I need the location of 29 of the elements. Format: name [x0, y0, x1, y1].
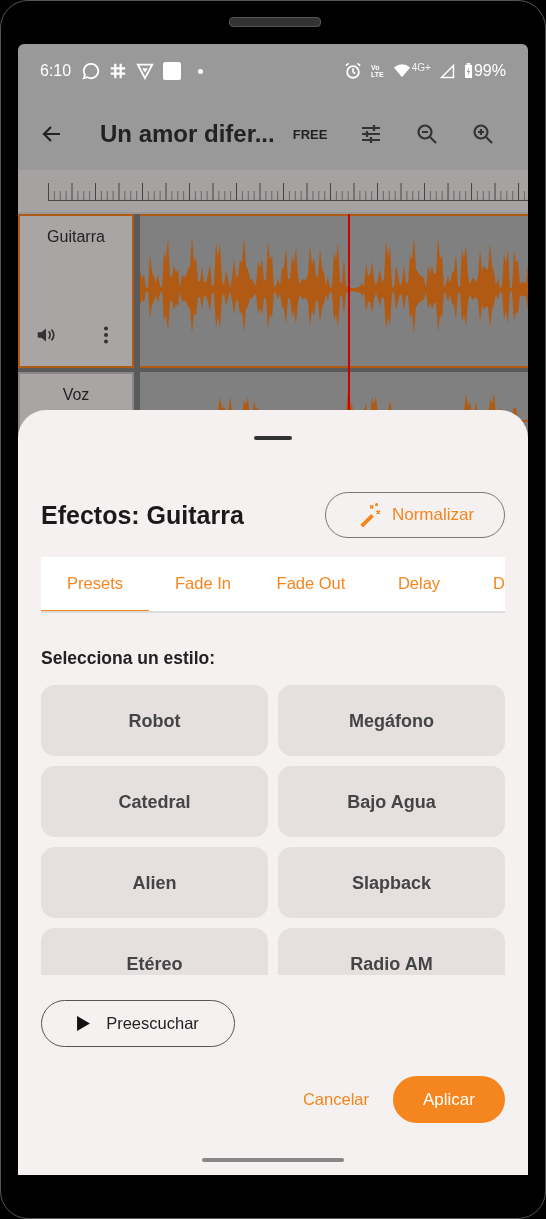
plan-label: FREE [292, 126, 328, 142]
shield-icon [136, 62, 155, 80]
track-name: Guitarra [47, 228, 105, 246]
chat-bubble-icon [82, 62, 101, 80]
alarm-icon [344, 62, 363, 80]
hash-icon [109, 62, 128, 80]
signal-icon [439, 63, 455, 79]
battery-level: 99% [473, 62, 506, 80]
preset-button[interactable]: Robot [41, 685, 268, 756]
preset-button[interactable]: Etéreo [41, 928, 268, 975]
play-icon [77, 1016, 91, 1031]
battery-icon [463, 63, 473, 79]
network-type: 4G+ [411, 61, 431, 73]
preset-button[interactable]: Radio AM [278, 928, 505, 975]
dot-icon [198, 68, 204, 74]
preset-button[interactable]: Megáfono [278, 685, 505, 756]
section-label: Selecciona un estilo: [41, 648, 217, 669]
preset-button[interactable]: Bajo Agua [278, 766, 505, 837]
sheet-title: Efectos: Guitarra [41, 500, 244, 530]
project-title: Un amor difer... [100, 120, 275, 148]
preset-button[interactable]: Alien [41, 847, 268, 918]
drag-handle[interactable] [254, 436, 292, 440]
wifi-icon [392, 62, 411, 80]
square-icon [163, 62, 182, 80]
preset-button[interactable]: Slapback [278, 847, 505, 918]
track-header[interactable]: Guitarra [18, 214, 134, 368]
track-name: Voz [62, 386, 90, 404]
status-time: 6:10 [40, 62, 72, 80]
preset-button[interactable]: Catedral [41, 766, 268, 837]
